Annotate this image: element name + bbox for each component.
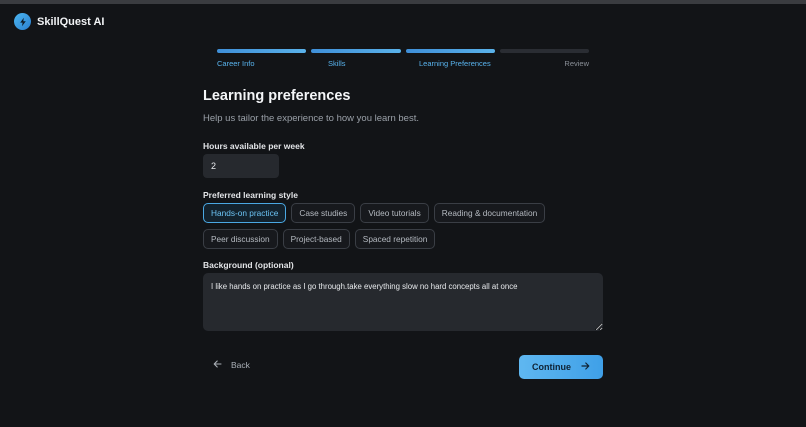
page-subtitle: Help us tailor the experience to how you… — [203, 113, 419, 124]
step-label-review: Review — [564, 59, 589, 68]
brand: SkillQuest AI — [14, 13, 104, 30]
back-button[interactable]: Back — [213, 360, 250, 370]
background-label: Background (optional) — [203, 260, 294, 270]
step-label-learning-preferences: Learning Preferences — [419, 59, 491, 68]
hours-input[interactable] — [203, 154, 279, 178]
arrow-left-icon — [213, 360, 222, 370]
page-title: Learning preferences — [203, 88, 351, 104]
continue-button[interactable]: Continue — [519, 355, 603, 379]
learning-style-options: Hands-on practice Case studies Video tut… — [203, 203, 583, 249]
step-label-skills: Skills — [328, 59, 346, 68]
style-chip-video-tutorials[interactable]: Video tutorials — [360, 203, 429, 223]
back-label: Back — [231, 360, 250, 370]
style-chip-peer-discussion[interactable]: Peer discussion — [203, 229, 278, 249]
style-chip-hands-on-practice[interactable]: Hands-on practice — [203, 203, 287, 223]
background-textarea[interactable]: I like hands on practice as I go through… — [203, 273, 603, 331]
style-chip-reading-documentation[interactable]: Reading & documentation — [433, 203, 546, 223]
style-chip-spaced-repetition[interactable]: Spaced repetition — [354, 229, 436, 249]
step-bar-review — [499, 49, 589, 53]
learning-preferences-form: Learning preferences Help us tailor the … — [203, 88, 603, 379]
progress-stepper: Career Info Skills Learning Preferences … — [217, 49, 589, 71]
style-chip-project-based[interactable]: Project-based — [282, 229, 350, 249]
step-bar-learning-preferences — [405, 49, 495, 53]
lightning-logo-icon — [14, 13, 31, 30]
step-bar-career-info — [217, 49, 307, 53]
app-name: SkillQuest AI — [37, 15, 105, 28]
continue-label: Continue — [532, 362, 571, 372]
hours-label: Hours available per week — [203, 141, 305, 151]
window-top-strip — [0, 0, 806, 4]
style-chip-case-studies[interactable]: Case studies — [291, 203, 356, 223]
step-bar-skills — [311, 49, 401, 53]
step-label-career-info: Career Info — [217, 59, 255, 68]
learning-style-label: Preferred learning style — [203, 190, 298, 200]
arrow-right-icon — [581, 362, 590, 372]
